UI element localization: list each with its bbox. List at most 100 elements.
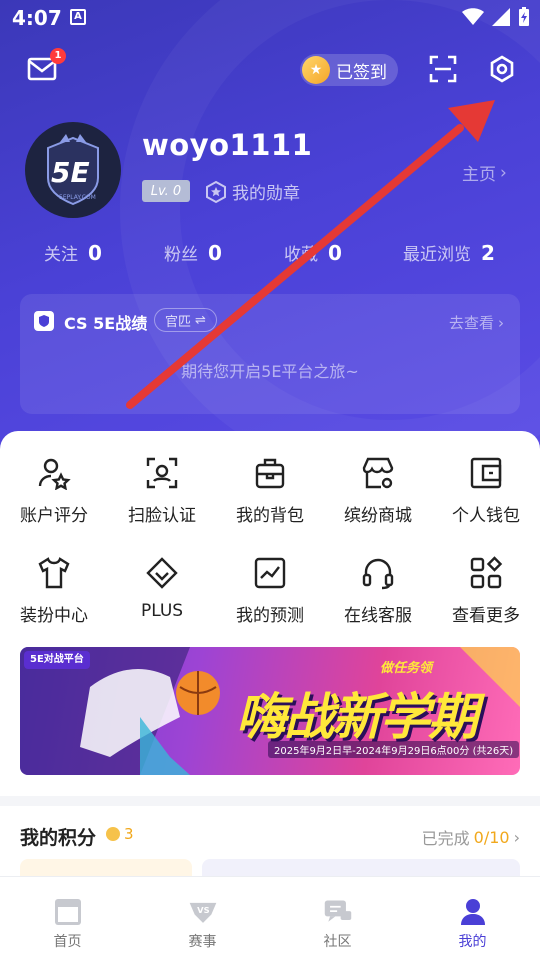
- stat-label: 关注: [44, 245, 78, 265]
- signal-icon: [492, 8, 510, 26]
- user-star-icon: [36, 455, 72, 491]
- cs-logo-icon: [34, 311, 54, 331]
- stat-recent[interactable]: 最近浏览 2: [403, 240, 495, 265]
- profile-icon: [458, 897, 488, 927]
- menu-item-wallet[interactable]: 个人钱包: [432, 455, 540, 527]
- homepage-link[interactable]: 主页 ›: [462, 160, 507, 186]
- chevron-right-icon: ›: [498, 313, 504, 332]
- tab-profile[interactable]: 我的: [405, 877, 540, 960]
- menu-grid: 账户评分 扫脸认证 我的背包 缤纷商城 个人钱包 装扮中心 PLUS 我的预测 …: [0, 455, 540, 627]
- menu-label: 查看更多: [452, 606, 520, 626]
- coin-icon: ★: [302, 56, 330, 84]
- menu-item-plus[interactable]: PLUS: [108, 555, 216, 627]
- menu-label: 我的预测: [236, 606, 304, 626]
- menu-label: 个人钱包: [452, 506, 520, 526]
- wifi-icon: [462, 8, 484, 25]
- shirt-icon: [36, 555, 72, 591]
- username: woyo1111: [142, 128, 313, 162]
- stat-value: 0: [88, 241, 102, 265]
- avatar-subtext: 5EPLAY.COM: [59, 194, 96, 201]
- stat-value: 2: [481, 241, 495, 265]
- menu-label: 账户评分: [20, 506, 88, 526]
- cs-title: CS 5E战绩: [64, 314, 148, 333]
- scan-button[interactable]: [428, 54, 458, 84]
- medal-label: 我的勋章: [232, 184, 300, 204]
- headset-icon: [360, 555, 396, 591]
- stat-label: 粉丝: [164, 245, 198, 265]
- status-time: 4:07: [12, 6, 62, 30]
- homepage-label: 主页: [462, 165, 496, 185]
- cs-mode-switch[interactable]: 官匹 ⇌: [154, 308, 217, 332]
- promo-banner[interactable]: 5E对战平台 做任务领 嗨战新学期 2025年9月2日早-2024年9月29日6…: [20, 647, 520, 775]
- medal-link[interactable]: 我的勋章: [204, 179, 300, 204]
- points-title: 我的积分: [20, 827, 97, 849]
- signin-label: 已签到: [336, 62, 387, 83]
- menu-item-face-scan[interactable]: 扫脸认证: [108, 455, 216, 527]
- section-divider: [0, 796, 540, 806]
- battery-icon: [519, 7, 529, 26]
- stat-favorites[interactable]: 收藏 0: [284, 240, 342, 265]
- message-button[interactable]: 1: [26, 48, 66, 84]
- tab-label: 首页: [53, 934, 82, 950]
- menu-label: 装扮中心: [20, 606, 88, 626]
- banner-tag: 5E对战平台: [24, 651, 90, 669]
- cs-mode-label: 官匹: [165, 314, 192, 330]
- chevron-right-icon: ›: [513, 827, 520, 847]
- tab-events[interactable]: VS 赛事: [135, 877, 270, 960]
- cs-view-label: 去查看: [448, 314, 494, 332]
- stat-followers[interactable]: 粉丝 0: [164, 240, 222, 265]
- avatar-text: 5E: [51, 156, 90, 189]
- medal-icon: [206, 180, 226, 203]
- swap-icon: ⇌: [195, 312, 206, 328]
- menu-item-backpack[interactable]: 我的背包: [216, 455, 324, 527]
- wallet-icon: [468, 455, 504, 491]
- stat-label: 收藏: [284, 245, 318, 265]
- apps-icon: [468, 555, 504, 591]
- stat-label: 最近浏览: [403, 245, 471, 265]
- menu-label: 扫脸认证: [128, 506, 196, 526]
- store-icon: [360, 455, 396, 491]
- face-scan-icon: [144, 455, 180, 491]
- settings-button[interactable]: [487, 54, 517, 84]
- menu-item-dressup[interactable]: 装扮中心: [0, 555, 108, 627]
- backpack-icon: [252, 455, 288, 491]
- cs-record-card[interactable]: CS 5E战绩 官匹 ⇌ 去查看 › 期待您开启5E平台之旅~: [20, 294, 520, 414]
- home-icon: [53, 897, 83, 927]
- points-progress[interactable]: 已完成 0/10 ›: [422, 825, 520, 849]
- tab-community[interactable]: 社区: [270, 877, 405, 960]
- stat-value: 0: [208, 241, 222, 265]
- cs-empty-text: 期待您开启5E平台之旅~: [181, 362, 359, 381]
- chart-icon: [252, 555, 288, 591]
- tab-label: 赛事: [188, 934, 217, 950]
- menu-item-store[interactable]: 缤纷商城: [324, 455, 432, 527]
- profile-header: 4:07 A 1 ★ 已签到 5E 5EPLAY.COM woyo1111 Lv…: [0, 0, 540, 470]
- tab-label: 社区: [323, 934, 352, 950]
- chat-icon: [323, 897, 353, 927]
- menu-item-more[interactable]: 查看更多: [432, 555, 540, 627]
- diamond-icon: [144, 555, 180, 591]
- points-done-label: 已完成: [421, 829, 470, 848]
- tab-home[interactable]: 首页: [0, 877, 135, 960]
- banner-date: 2025年9月2日早-2024年9月29日6点00分 (共26天): [268, 741, 520, 758]
- notification-icon: A: [70, 9, 86, 25]
- bottom-tabbar: 首页 VS 赛事 社区 我的: [0, 876, 540, 960]
- level-badge: Lv. 0: [142, 180, 190, 202]
- banner-title: 嗨战新学期: [236, 688, 478, 746]
- stat-value: 0: [328, 241, 342, 265]
- scan-icon: [429, 55, 457, 83]
- vs-icon: VS: [188, 897, 218, 927]
- crown-icon: [106, 827, 120, 841]
- chevron-right-icon: ›: [500, 162, 507, 183]
- banner-subtitle: 做任务领: [380, 661, 433, 676]
- cs-view-link[interactable]: 去查看 ›: [449, 312, 504, 333]
- points-number: 3: [124, 825, 134, 843]
- signin-button[interactable]: ★ 已签到: [300, 54, 398, 86]
- points-value: 3: [106, 825, 134, 843]
- stat-following[interactable]: 关注 0: [44, 240, 102, 265]
- menu-item-prediction[interactable]: 我的预测: [216, 555, 324, 627]
- message-badge: 1: [50, 48, 66, 64]
- menu-item-account-score[interactable]: 账户评分: [0, 455, 108, 527]
- avatar[interactable]: 5E 5EPLAY.COM: [25, 122, 121, 218]
- menu-item-support[interactable]: 在线客服: [324, 555, 432, 627]
- menu-label: 缤纷商城: [344, 506, 412, 526]
